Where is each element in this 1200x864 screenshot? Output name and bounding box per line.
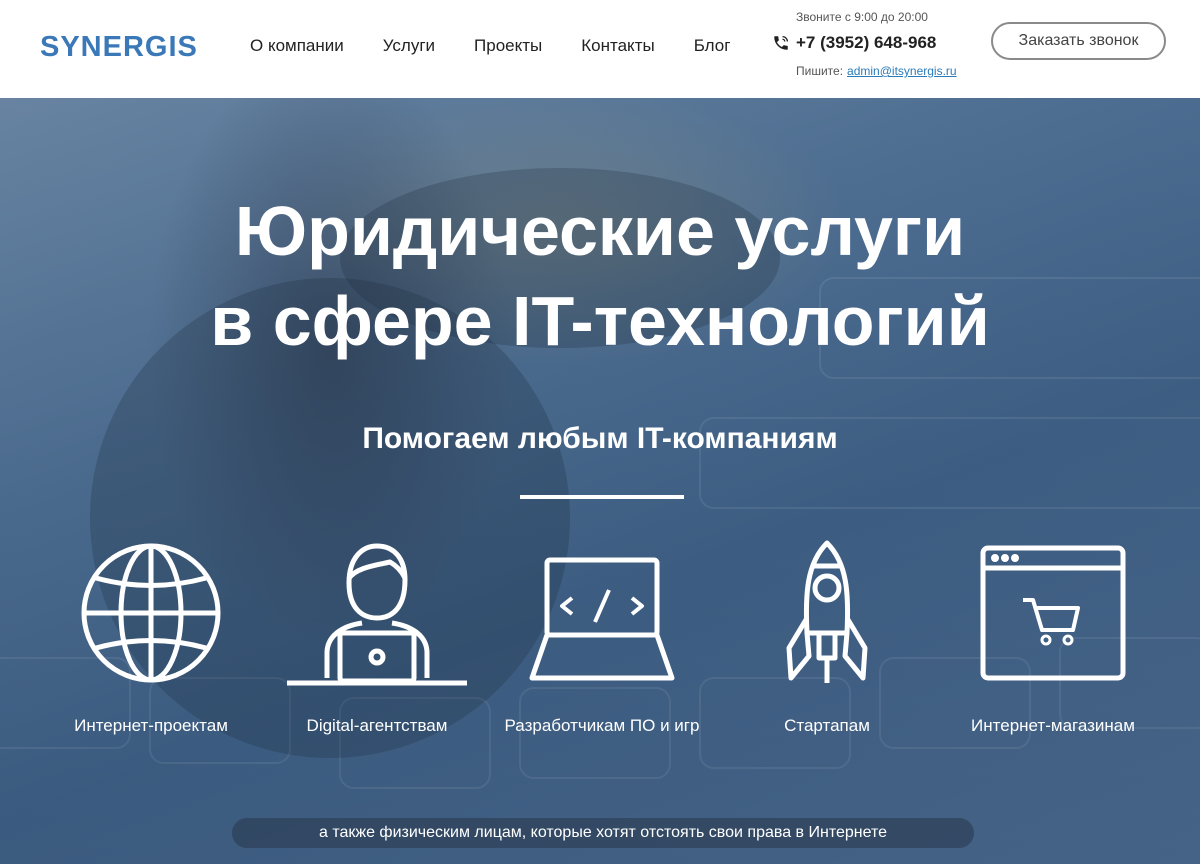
tile-label: Интернет-проектам (74, 716, 228, 735)
main-nav: О компании Услуги Проекты Контакты Блог (250, 36, 769, 56)
email-prefix: Пишите: (796, 64, 844, 78)
logo[interactable]: SYNERGIS (40, 30, 198, 64)
hero-title-line-1: Юридические услуги (234, 192, 966, 270)
nav-item-about[interactable]: О компании (250, 36, 344, 56)
phone-number[interactable]: +7 (3952) 648-968 (796, 33, 936, 53)
rocket-icon (786, 540, 868, 683)
footer-note: а также физическим лицам, которые хотят … (232, 818, 974, 848)
browser-cart-icon (980, 545, 1126, 681)
email-link[interactable]: admin@itsynergis.ru (847, 64, 957, 78)
logo-text: SYNERGIS (40, 30, 198, 63)
tile-label: Стартапам (784, 716, 870, 735)
site-header: SYNERGIS О компании Услуги Проекты Конта… (0, 0, 1200, 98)
tile-label: Интернет-магазинам (971, 716, 1135, 735)
hero-divider (520, 495, 684, 499)
tile-label: Digital-агентствам (306, 716, 448, 735)
laptop-code-icon (529, 557, 675, 681)
nav-item-projects[interactable]: Проекты (474, 36, 542, 56)
phone-row: +7 (3952) 648-968 (772, 33, 936, 53)
tile-internet-projects[interactable]: Интернет-проектам (41, 538, 261, 738)
email-row: Пишите: admin@itsynergis.ru (796, 64, 957, 78)
tile-software-developers[interactable]: Разработчикам ПО и игр (492, 538, 712, 738)
nav-item-contacts[interactable]: Контакты (581, 36, 654, 56)
working-hours: Звоните с 9:00 до 20:00 (796, 10, 928, 24)
nav-item-services[interactable]: Услуги (383, 36, 435, 56)
hero-title: Юридические услуги в сфере IT-технологий (0, 186, 1200, 366)
globe-icon (81, 543, 221, 683)
phone-icon (774, 35, 789, 50)
hero-title-line-2: в сфере IT-технологий (210, 282, 990, 360)
tile-digital-agencies[interactable]: Digital-агентствам (267, 538, 487, 738)
tile-online-stores[interactable]: Интернет-магазинам (943, 538, 1163, 738)
tile-label: Разработчикам ПО и игр (504, 716, 700, 735)
hero-subtitle: Помогаем любым IT-компаниям (362, 422, 838, 455)
developer-icon (287, 543, 467, 686)
hero-section: Юридические услуги в сфере IT-технологий… (0, 98, 1200, 864)
nav-item-blog[interactable]: Блог (694, 36, 731, 56)
tile-startups[interactable]: Стартапам (717, 538, 937, 738)
callback-button[interactable]: Заказать звонок (991, 22, 1166, 60)
